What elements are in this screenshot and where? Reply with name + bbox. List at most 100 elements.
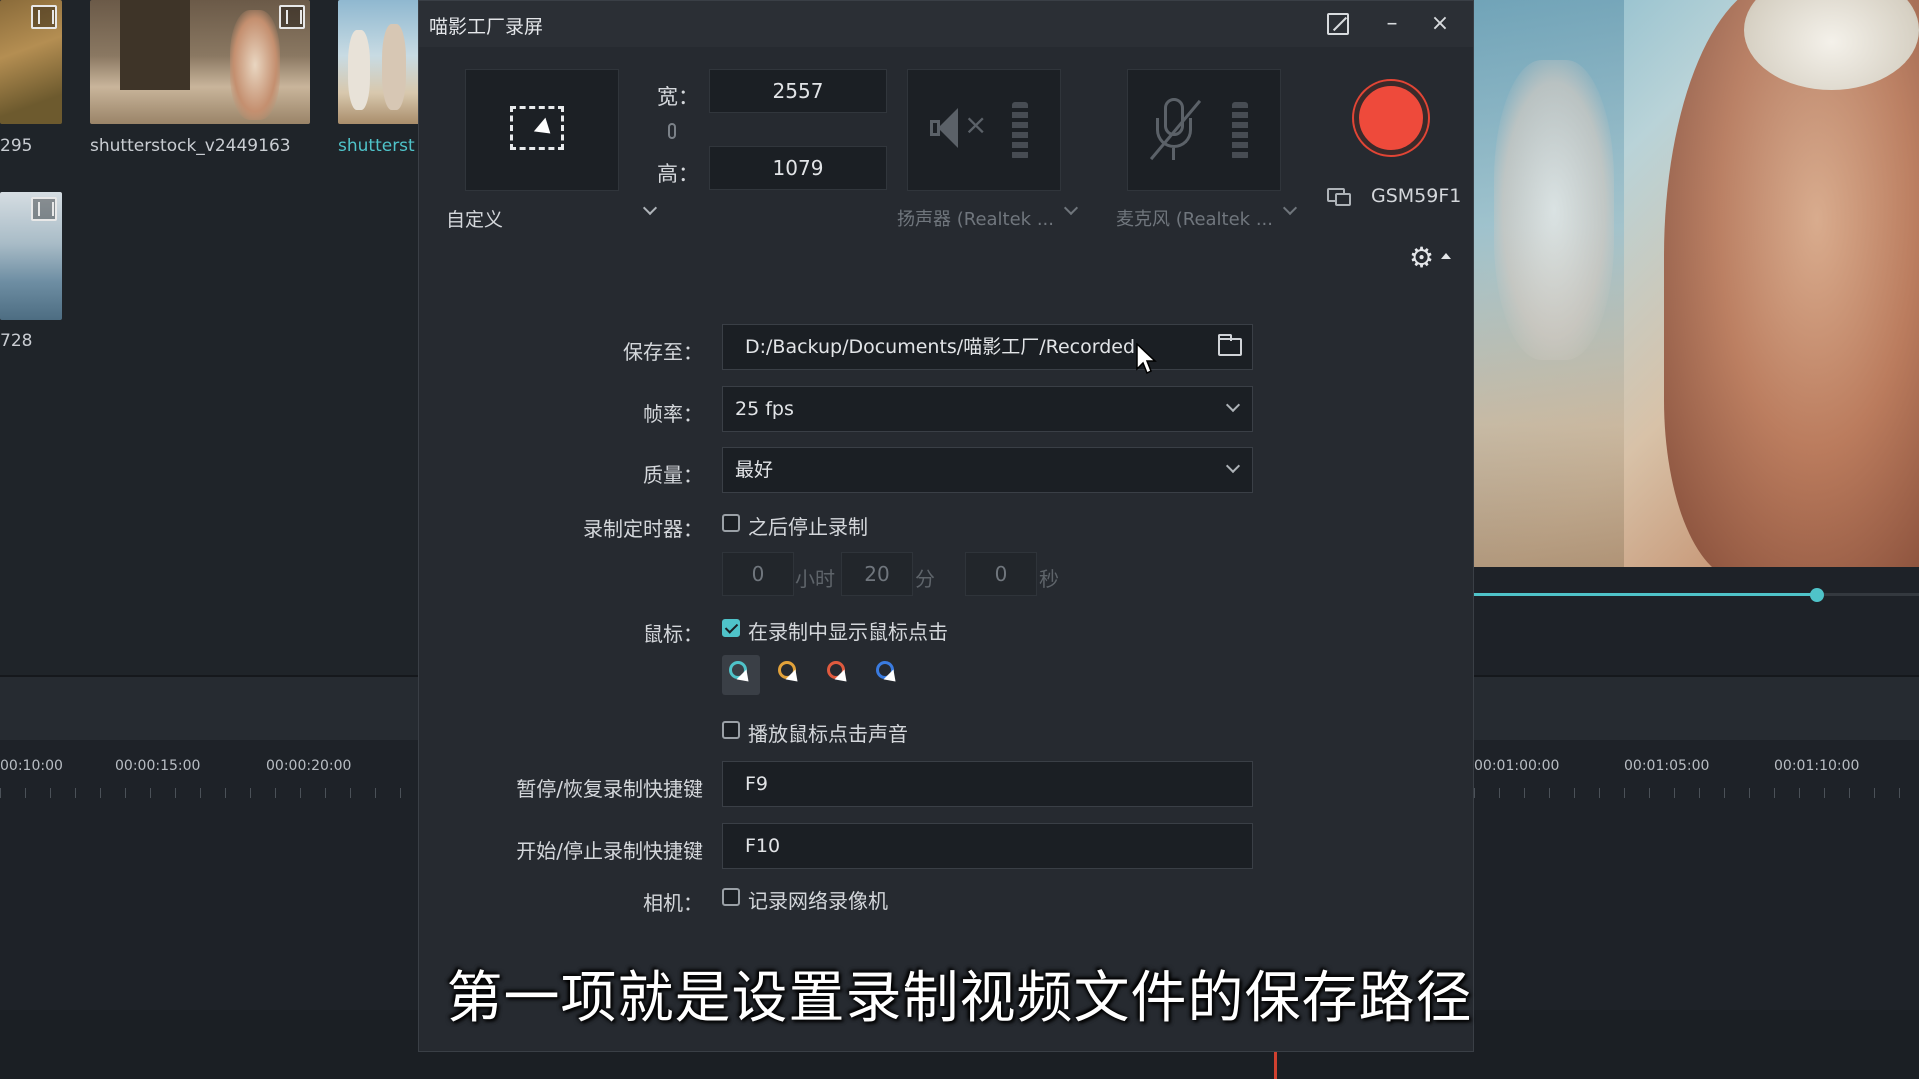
fps-label: 帧率： [643,402,703,426]
close-button[interactable]: × [1422,7,1458,41]
speaker-toggle[interactable]: × [907,69,1061,191]
media-thumbnail[interactable] [0,0,62,124]
track-strip-right [1474,675,1919,740]
ruler-tick-label: 00:00:15:00 [115,758,201,774]
chevron-down-icon[interactable] [642,200,658,216]
ruler-tick-label: 00:01:10:00 [1774,758,1860,774]
show-clicks-label[interactable]: 在录制中显示鼠标点击 [748,616,948,645]
timer-label: 录制定时器： [583,517,703,541]
media-thumbnail[interactable] [0,192,62,320]
start-hotkey-label: 开始/停止录制快捷键 [516,839,703,863]
fps-value: 25 fps [735,398,794,420]
mute-x-icon: × [964,108,988,141]
camera-label: 相机： [643,891,703,915]
hours-unit: 小时 [795,567,835,591]
minutes-unit: 分 [915,567,935,591]
record-webcam-checkbox[interactable] [722,888,740,906]
film-icon [31,5,57,29]
microphone-toggle[interactable] [1127,69,1281,191]
timeline-ruler-right: 00:01:00:00 00:01:05:00 00:01:10:00 [1474,758,1919,798]
monitor-icon[interactable] [1327,188,1353,208]
start-hotkey-value: F10 [745,835,781,857]
cursor-style-orange[interactable] [771,655,809,695]
ruler-ticks [0,780,418,798]
progress-fill [1474,593,1817,596]
monitor-name[interactable]: GSM59F1 [1371,185,1461,207]
start-hotkey-input[interactable]: F10 [722,823,1253,869]
mouse-label: 鼠标： [643,622,703,646]
height-label: 高： [657,162,699,186]
window-title: 喵影工厂录屏 [429,16,544,38]
stop-after-checkbox[interactable] [722,514,740,532]
expand-icon [1327,13,1349,35]
chevron-down-icon[interactable] [1282,200,1298,216]
gear-icon[interactable]: ⚙ [1409,244,1434,272]
ruler-tick-label: 00:01:05:00 [1624,758,1710,774]
pause-hotkey-value: F9 [745,773,769,795]
width-label: 宽： [657,85,699,109]
fps-select[interactable]: 25 fps [722,386,1253,432]
speaker-device-dropdown[interactable]: 扬声器 (Realtek ... [897,205,1054,231]
chevron-down-icon [1225,397,1241,413]
video-subtitle: 第一项就是设置录制视频文件的保存路径 [446,966,1473,1031]
chevron-down-icon[interactable] [1063,200,1079,216]
timer-seconds-input[interactable]: 0 [965,552,1037,596]
media-thumbnail[interactable] [338,0,420,124]
mic-level-meter [1232,102,1248,160]
speaker-level-meter [1012,102,1028,160]
microphone-device-dropdown[interactable]: 麦克风 (Realtek ... [1116,205,1273,231]
aspect-lock-icon[interactable] [668,123,676,139]
film-icon [279,5,305,29]
save-path-field[interactable]: D:/Backup/Documents/喵影工厂/Recorded [722,324,1253,370]
caret-up-icon[interactable] [1441,253,1451,259]
click-sound-checkbox[interactable] [722,721,740,739]
pause-hotkey-label: 暂停/恢复录制快捷键 [516,777,703,801]
save-path-text: D:/Backup/Documents/喵影工厂/Recorded [745,336,1136,358]
record-button[interactable] [1354,81,1428,155]
quality-select[interactable]: 最好 [722,447,1253,493]
media-library: 295 shutterstock_v2449163 shutterst 728 [0,0,420,675]
video-preview[interactable] [1474,0,1919,567]
track-header-strip [0,675,420,740]
timeline-ruler-left: 00:10:00 00:00:15:00 00:00:20:00 [0,758,418,798]
quality-value: 最好 [735,459,774,481]
save-to-label: 保存至： [623,340,703,364]
cursor-style-blue[interactable] [869,655,907,695]
playback-progress[interactable] [1474,588,1919,602]
pause-hotkey-input[interactable]: F9 [722,761,1253,807]
film-icon [31,197,57,221]
ruler-ticks [1474,780,1919,798]
show-clicks-checkbox[interactable] [722,619,740,637]
media-thumbnail[interactable] [90,0,310,124]
thumbnail-label: shutterst [338,136,415,156]
click-sound-label[interactable]: 播放鼠标点击声音 [748,718,908,747]
record-webcam-label[interactable]: 记录网络录像机 [748,885,888,914]
cursor-style-teal[interactable] [722,655,760,695]
screen-recorder-dialog: 喵影工厂录屏 – × 自定义 宽： 2557 高： 1079 × 扬声器 (Re… [418,0,1474,1052]
ruler-tick-label: 00:10:00 [0,758,63,774]
timer-hours-input[interactable]: 0 [722,552,794,596]
ruler-tick-label: 00:00:20:00 [266,758,352,774]
titlebar: 喵影工厂录屏 – × [419,1,1473,47]
microphone-muted-icon [1149,98,1202,162]
progress-knob[interactable] [1809,588,1824,602]
minimize-button[interactable]: – [1374,7,1410,41]
speaker-muted-icon [930,106,958,150]
expand-button[interactable] [1319,7,1355,41]
region-mode-dropdown[interactable]: 自定义 [446,205,503,232]
chevron-down-icon [1225,458,1241,474]
cursor-style-red[interactable] [820,655,858,695]
thumbnail-label: shutterstock_v2449163 [90,136,291,156]
thumbnail-label: 728 [0,331,33,351]
height-input[interactable]: 1079 [709,146,887,190]
width-input[interactable]: 2557 [709,69,887,113]
region-select-button[interactable] [465,69,619,191]
seconds-unit: 秒 [1039,567,1059,591]
stop-after-label[interactable]: 之后停止录制 [748,511,868,540]
timer-minutes-input[interactable]: 20 [841,552,913,596]
folder-icon[interactable] [1218,334,1242,356]
mouse-cursor-icon [1136,343,1157,375]
ruler-tick-label: 00:01:00:00 [1474,758,1560,774]
timeline-playhead[interactable] [1274,1052,1277,1079]
thumbnail-label: 295 [0,136,33,156]
